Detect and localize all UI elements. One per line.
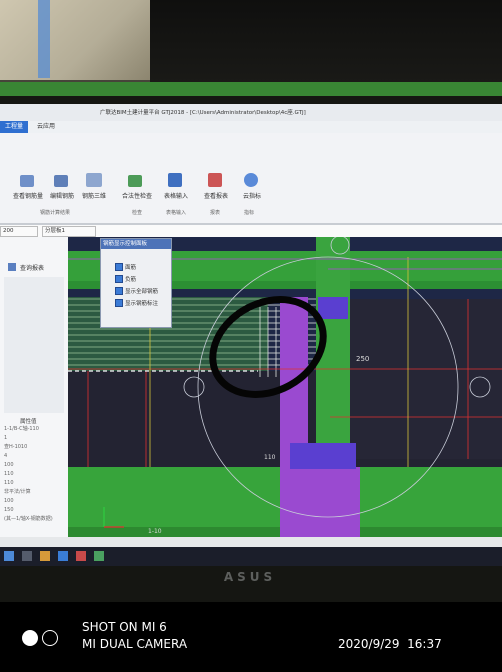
option-show-all[interactable]: 显示全部钢筋 [125, 287, 158, 295]
app-titlebar: 广联达BIM土建计量平台 GTJ2018 - [C:\Users\Adminis… [0, 104, 502, 122]
taskbar-app-icon[interactable] [94, 551, 104, 561]
taskbar-app-icon[interactable] [22, 551, 32, 561]
checkbox-icon[interactable] [115, 263, 123, 271]
option-show-labels[interactable]: 显示钢筋标注 [125, 299, 158, 307]
param-line: 查H-1010 [4, 444, 28, 450]
params-list: 1-1/B-C轴-110 1 查H-1010 4 100 110 110 非平法… [4, 425, 66, 524]
param-line: 1-1/B-C轴-110 [4, 426, 39, 432]
shutter-ring-icon [42, 630, 58, 646]
layer-select[interactable]: 分层板1 [42, 226, 96, 237]
floor-select[interactable]: 200 [0, 226, 38, 237]
params-title: 属性值 [20, 419, 37, 425]
param-line: 110 [4, 480, 14, 486]
cloud-icon [244, 173, 258, 187]
group-index: 指标 [244, 210, 255, 216]
photo-timestamp: 2020/9/29 16:37 [338, 637, 442, 651]
wall-shelf [0, 0, 150, 80]
param-line: 1 [4, 435, 8, 441]
panel-list [4, 277, 64, 413]
group-table: 表格输入 [166, 210, 187, 216]
window-title: 广联达BIM土建计量平台 GTJ2018 - [C:\Users\Adminis… [100, 110, 306, 116]
param-line: 150 [4, 507, 14, 513]
panel-icon [8, 263, 16, 271]
camera-model: SHOT ON MI 6 [82, 620, 167, 634]
screen-top-glow [0, 82, 502, 96]
ribbon: 查看钢筋量 编辑钢筋 钢筋三维 合法性检查 表格输入 查看报表 云指标 钢筋计算… [0, 133, 502, 225]
param-line: 4 [4, 453, 8, 459]
ribbon-button-view-report[interactable]: 查看报表 [200, 191, 232, 200]
dim-label-110: 110 [264, 454, 276, 461]
table-icon [168, 173, 182, 187]
side-panel: 查询报表 属性值 1-1/B-C轴-110 1 查H-1010 4 100 11… [0, 237, 68, 537]
ribbon-button-view-rebar[interactable]: 查看钢筋量 [12, 191, 44, 200]
report-icon [208, 173, 222, 187]
dialog-title: 钢筋显示控制面板 [101, 239, 171, 249]
floor-toolbar: 200 分层板1 [0, 225, 502, 237]
ribbon-tab-bar: 工程量 云应用 [0, 121, 502, 133]
option-negative-rebar[interactable]: 负筋 [125, 275, 136, 283]
checkbox-icon[interactable] [115, 287, 123, 295]
checkbox-icon[interactable] [115, 275, 123, 283]
camera-watermark: SHOT ON MI 6 MI DUAL CAMERA 2020/9/29 16… [0, 602, 502, 672]
ribbon-button-rebar-3d[interactable]: 钢筋三维 [78, 191, 110, 200]
ribbon-button-cloud-index[interactable]: 云指标 [236, 191, 268, 200]
start-icon[interactable] [4, 551, 14, 561]
group-report: 报表 [210, 210, 221, 216]
rebar-3d-icon [86, 173, 102, 187]
param-line: 110 [4, 471, 14, 477]
ribbon-button-validity-check[interactable]: 合法性检查 [118, 191, 156, 200]
tab-cloud[interactable]: 云应用 [32, 121, 60, 133]
taskbar-app-icon[interactable] [58, 551, 68, 561]
rebar-display-dialog: 钢筋显示控制面板 面筋 负筋 显示全部钢筋 显示钢筋标注 [100, 238, 172, 328]
check-icon [128, 175, 142, 187]
param-line: 100 [4, 498, 14, 504]
tab-quantity[interactable]: 工程量 [0, 121, 28, 133]
group-rebar-results: 钢筋计算结果 [40, 210, 71, 216]
edit-rebar-icon [54, 175, 68, 187]
laptop-screen: 广联达BIM土建计量平台 GTJ2018 - [C:\Users\Adminis… [0, 104, 502, 566]
shutter-dot-icon [22, 630, 38, 646]
param-line: (其—1/轴X-钢筋数据) [4, 516, 53, 522]
status-bar [0, 537, 502, 547]
ribbon-button-edit-rebar[interactable]: 编辑钢筋 [46, 191, 78, 200]
param-line: 非平法/计算 [4, 489, 31, 495]
taskbar-app-icon[interactable] [40, 551, 50, 561]
param-line: 100 [4, 462, 14, 468]
checkbox-icon[interactable] [115, 299, 123, 307]
panel-label[interactable]: 查询报表 [20, 263, 44, 272]
rebar-quantity-icon [20, 175, 34, 187]
dim-label-250: 250 [356, 355, 369, 363]
axis-label-1-10: 1-10 [148, 528, 162, 535]
camera-type: MI DUAL CAMERA [82, 637, 188, 651]
laptop-brand: ASUS [223, 570, 277, 584]
group-check: 检查 [132, 210, 143, 216]
ribbon-button-table-input[interactable]: 表格输入 [160, 191, 192, 200]
dark-object [150, 0, 502, 92]
shelf-post [38, 0, 50, 78]
taskbar-app-icon[interactable] [76, 551, 86, 561]
option-top-rebar[interactable]: 面筋 [125, 263, 136, 271]
windows-taskbar [0, 547, 502, 566]
